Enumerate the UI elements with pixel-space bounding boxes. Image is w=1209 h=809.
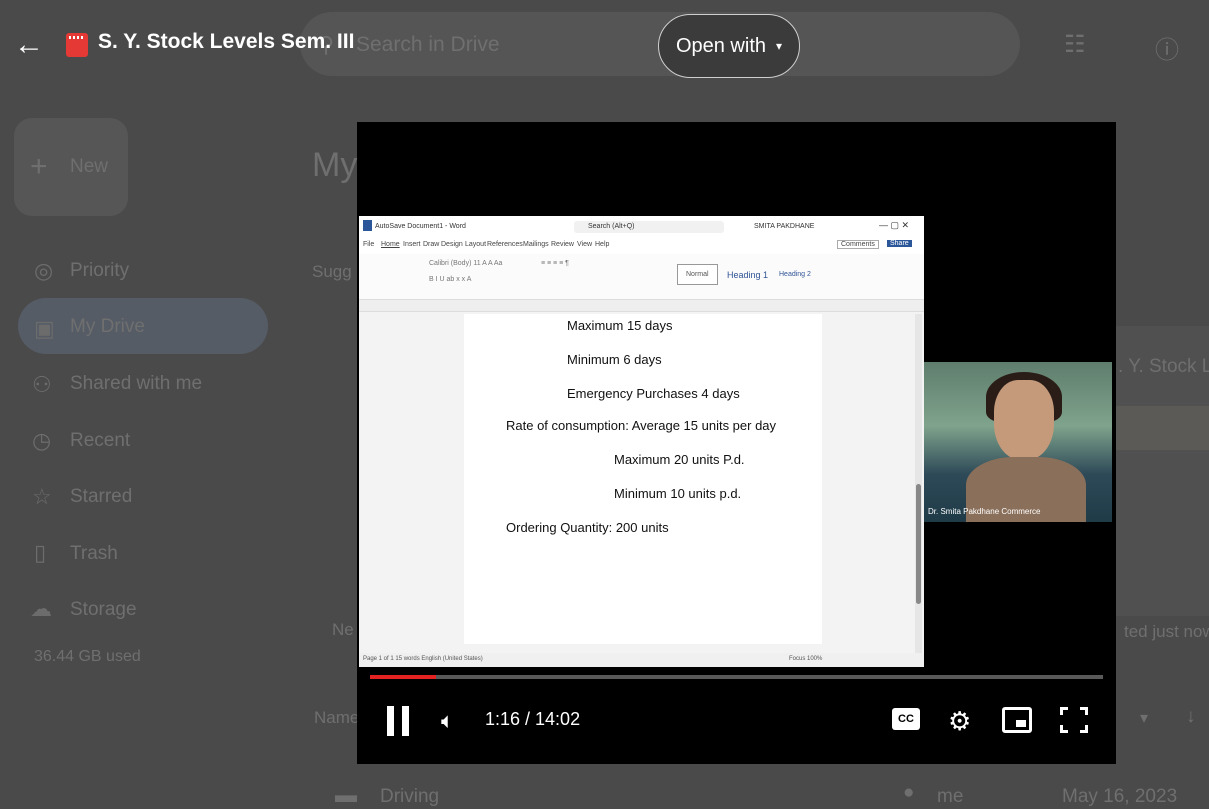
page-heading: My xyxy=(312,146,358,184)
owner-avatar-icon: ● xyxy=(903,782,915,803)
style-heading1: Heading 1 xyxy=(727,270,769,280)
progress-bar[interactable] xyxy=(370,675,1103,679)
arrow-left-icon[interactable]: ← xyxy=(14,30,44,60)
word-ruler xyxy=(359,300,924,312)
document-page: Maximum 15 days Minimum 6 days Emergency… xyxy=(464,314,822,644)
sidebar-item-priority: Priority xyxy=(70,260,130,281)
ribbon-format-tools: B I U ab x x A xyxy=(429,276,472,283)
new-label: New xyxy=(70,156,109,177)
star-icon: ☆ xyxy=(32,484,52,509)
gear-icon[interactable]: ⚙ xyxy=(948,706,971,737)
search-placeholder: Search in Drive xyxy=(356,33,500,56)
word-ribbon: Normal Heading 1 Heading 2 Calibri (Body… xyxy=(359,254,924,300)
word-icon xyxy=(363,220,372,231)
word-scrollbar xyxy=(915,314,922,653)
row-name: Driving xyxy=(380,786,440,807)
pause-icon[interactable] xyxy=(387,706,409,736)
style-heading2: Heading 2 xyxy=(779,271,811,278)
help-icon: ⓘ xyxy=(1155,37,1179,64)
video-file-icon xyxy=(66,33,88,57)
card-title: . Y. Stock Le xyxy=(1118,356,1209,377)
menu-file: File xyxy=(363,241,375,248)
captions-button[interactable]: CC xyxy=(892,708,920,730)
drive-icon: ▣ xyxy=(34,316,55,341)
filter-icon: ☷ xyxy=(1064,31,1086,58)
doc-line-min-days: Minimum 6 days xyxy=(567,352,662,367)
doc-line-max-days: Maximum 15 days xyxy=(567,318,673,333)
ribbon-font-tools: Calibri (Body) 11 A A Aa xyxy=(429,260,503,267)
chevron-down-icon: ▾ xyxy=(776,39,783,53)
word-search: Search (Alt+Q) xyxy=(574,221,724,233)
window-controls: — ▢ ✕ xyxy=(879,220,910,230)
time-display: 1:16 / 14:02 xyxy=(485,709,581,729)
menu-insert: Insert xyxy=(403,241,421,248)
row-date: May 16, 2023 xyxy=(1062,786,1178,807)
word-title-text: AutoSave Document1 - Word xyxy=(375,223,466,230)
doc-line-max-units: Maximum 20 units P.d. xyxy=(614,452,745,467)
card-edited: ted just now xyxy=(1124,622,1209,641)
word-user: SMITA PAKDHANE xyxy=(754,223,815,230)
folder-icon: ▬ xyxy=(335,782,357,807)
doc-line-ordering: Ordering Quantity: 200 units xyxy=(506,520,669,535)
row-owner: me xyxy=(937,786,964,807)
doc-line-emergency: Emergency Purchases 4 days xyxy=(567,386,740,401)
doc-line-rate: Rate of consumption: Average 15 units pe… xyxy=(506,418,777,433)
style-normal: Normal xyxy=(677,264,718,285)
file-title: S. Y. Stock Levels Sem. III xyxy=(98,30,355,53)
word-status-bar: Page 1 of 1 15 words English (United Sta… xyxy=(359,653,924,667)
sidebar-item-storage: Storage xyxy=(70,599,137,620)
people-icon: ⚇ xyxy=(32,372,52,397)
volume-icon[interactable]: 🔈︎ xyxy=(441,708,454,734)
cloud-icon: ☁ xyxy=(30,596,52,621)
sort-arrow-icon: ↓ xyxy=(1186,706,1196,727)
webcam-feed: Dr. Smita Pakdhane Commerce xyxy=(924,362,1112,522)
sidebar-item-shared: Shared with me xyxy=(70,373,203,394)
menu-mailings: Mailings xyxy=(523,241,549,248)
webcam-label: Dr. Smita Pakdhane Commerce xyxy=(928,507,1041,516)
menu-draw: Draw xyxy=(423,241,440,248)
clock-icon: ◷ xyxy=(32,428,52,453)
sidebar-item-starred: Starred xyxy=(70,486,133,507)
ribbon-paragraph-tools: ≡ ≡ ≡ ≡ ¶ xyxy=(541,260,569,267)
sidebar-item-my-drive: My Drive xyxy=(70,316,145,337)
word-title-bar: AutoSave Document1 - Word Search (Alt+Q)… xyxy=(359,216,924,238)
word-window: AutoSave Document1 - Word Search (Alt+Q)… xyxy=(359,216,924,667)
comments-button: Comments xyxy=(837,240,879,249)
sidebar-item-trash: Trash xyxy=(70,543,118,564)
miniplayer-icon[interactable] xyxy=(1002,707,1032,733)
status-right: Focus 100% xyxy=(789,656,823,662)
menu-review: Review xyxy=(551,241,574,248)
menu-layout: Layout xyxy=(465,241,487,248)
menu-help: Help xyxy=(595,241,610,248)
word-menu-bar: File Home Insert Draw Design Layout Refe… xyxy=(359,238,924,254)
video-player[interactable]: AutoSave Document1 - Word Search (Alt+Q)… xyxy=(357,122,1116,764)
sidebar-item-recent: Recent xyxy=(70,430,131,451)
status-left: Page 1 of 1 15 words English (United Sta… xyxy=(363,656,483,662)
new-fragment: Ne xyxy=(332,620,354,639)
menu-view: View xyxy=(577,241,593,248)
menu-design: Design xyxy=(441,241,463,248)
open-with-label: Open with xyxy=(675,34,767,57)
open-with-button[interactable]: Open with ▾ xyxy=(658,14,800,78)
doc-line-min-units: Minimum 10 units p.d. xyxy=(614,486,742,501)
check-circle-icon: ◎ xyxy=(34,258,54,283)
name-column-header: Name xyxy=(314,708,360,727)
menu-home: Home xyxy=(381,241,400,248)
progress-played xyxy=(370,675,437,679)
player-controls: 🔈︎ 1:16 / 14:02 CC ⚙ xyxy=(357,692,1116,752)
suggested-label: Sugg xyxy=(312,262,352,281)
plus-icon: + xyxy=(30,150,48,183)
menu-references: References xyxy=(487,241,523,248)
share-button: Share xyxy=(887,240,912,247)
trash-icon: ▯ xyxy=(34,540,47,565)
sort-down-icon: ▾ xyxy=(1140,710,1149,727)
fullscreen-icon[interactable] xyxy=(1060,707,1088,733)
storage-used: 36.44 GB used xyxy=(34,648,141,665)
